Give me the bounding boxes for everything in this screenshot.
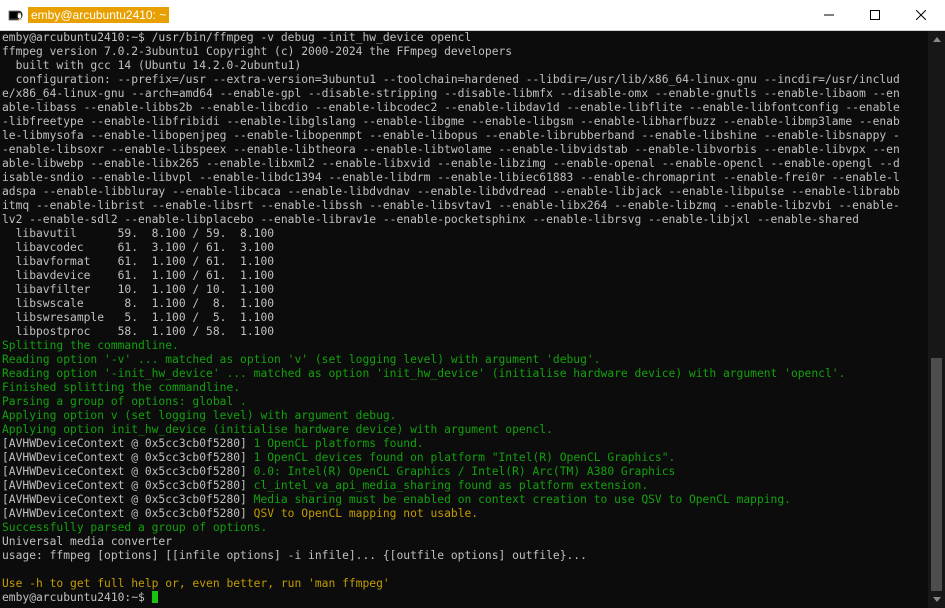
vertical-scrollbar[interactable] — [928, 31, 945, 608]
terminal-line: Splitting the commandline. — [2, 339, 179, 352]
hw-log-prefix: [AVHWDeviceContext @ 0x5cc3cb0f5280] — [2, 451, 254, 464]
terminal-line: Reading option '-init_hw_device' ... mat… — [2, 367, 846, 380]
terminal-line: built with gcc 14 (Ubuntu 14.2.0-2ubuntu… — [2, 59, 302, 72]
terminal-line: libavfilter 10. 1.100 / 10. 1.100 — [2, 283, 275, 296]
terminal-line: Use -h to get full help or, even better,… — [2, 577, 390, 590]
terminal-output[interactable]: emby@arcubuntu2410:~$ /usr/bin/ffmpeg -v… — [0, 31, 928, 608]
terminal-line: configuration: --prefix=/usr --extra-ver… — [2, 73, 900, 86]
terminal-line: Successfully parsed a group of options. — [2, 521, 268, 534]
scroll-thumb[interactable] — [931, 358, 942, 591]
terminal-line: libavcodec 61. 3.100 / 61. 3.100 — [2, 241, 275, 254]
maximize-button[interactable] — [852, 0, 898, 30]
close-icon — [916, 10, 926, 20]
terminal-line: Applying option init_hw_device (initiali… — [2, 423, 553, 436]
hw-log-line: [AVHWDeviceContext @ 0x5cc3cb0f5280] 1 O… — [2, 451, 675, 465]
terminal-line: usage: ffmpeg [options] [[infile options… — [2, 549, 587, 562]
minimize-button[interactable] — [806, 0, 852, 30]
hw-log-line: [AVHWDeviceContext @ 0x5cc3cb0f5280] cl_… — [2, 479, 648, 493]
hw-log-line: [AVHWDeviceContext @ 0x5cc3cb0f5280] 1 O… — [2, 437, 424, 451]
prompt-line[interactable]: emby@arcubuntu2410:~$ — [2, 591, 158, 605]
hw-log-line: [AVHWDeviceContext @ 0x5cc3cb0f5280] QSV… — [2, 507, 478, 521]
hw-log-message: QSV to OpenCL mapping not usable. — [253, 507, 479, 520]
hw-log-prefix: [AVHWDeviceContext @ 0x5cc3cb0f5280] — [2, 507, 254, 520]
terminal-line: isable-sndio --enable-libvpl --enable-li… — [2, 171, 900, 184]
terminal-line: Applying option v (set logging level) wi… — [2, 409, 397, 422]
terminal-line: -enable-libsoxr --enable-libspeex --enab… — [2, 143, 900, 156]
terminal-line: able-libass --enable-libbs2b --enable-li… — [2, 101, 900, 114]
hw-log-message: 1 OpenCL devices found on platform "Inte… — [253, 451, 676, 464]
terminal-line: ffmpeg version 7.0.2-3ubuntu1 Copyright … — [2, 45, 513, 58]
hw-log-message: 0.0: Intel(R) OpenCL Graphics / Intel(R)… — [253, 465, 676, 478]
terminal-penguin-icon — [8, 10, 23, 21]
hw-log-prefix: [AVHWDeviceContext @ 0x5cc3cb0f5280] — [2, 465, 254, 478]
terminal-line: -libfreetype --enable-libfribidi --enabl… — [2, 115, 900, 128]
terminal-line: Parsing a group of options: global . — [2, 395, 247, 408]
chevron-down-icon — [932, 597, 941, 602]
close-button[interactable] — [898, 0, 944, 30]
terminal-line: Reading option '-v' ... matched as optio… — [2, 353, 601, 366]
shell-prompt: emby@arcubuntu2410:~$ — [2, 591, 152, 604]
hw-log-message: 1 OpenCL platforms found. — [253, 437, 424, 450]
terminal-line: Universal media converter — [2, 535, 173, 548]
terminal-line: libswscale 8. 1.100 / 8. 1.100 — [2, 297, 275, 310]
text-cursor — [151, 591, 158, 603]
terminal-line: e/x86_64-linux-gnu --arch=amd64 --enable… — [2, 87, 900, 100]
chevron-up-icon — [932, 37, 941, 42]
scroll-down-button[interactable] — [928, 591, 945, 608]
terminal-line: libavformat 61. 1.100 / 61. 1.100 — [2, 255, 275, 268]
terminal-window: emby@arcubuntu2410: ~ emby@arcubuntu2410… — [0, 0, 945, 608]
hw-log-message: Media sharing must be enabled on context… — [253, 493, 791, 506]
hw-log-prefix: [AVHWDeviceContext @ 0x5cc3cb0f5280] — [2, 493, 254, 506]
hw-log-prefix: [AVHWDeviceContext @ 0x5cc3cb0f5280] — [2, 437, 254, 450]
hw-log-line: [AVHWDeviceContext @ 0x5cc3cb0f5280] Med… — [2, 493, 791, 507]
terminal-line: Finished splitting the commandline. — [2, 381, 241, 394]
scroll-up-button[interactable] — [928, 31, 945, 48]
terminal-line: able-libwebp --enable-libx265 --enable-l… — [2, 157, 900, 170]
terminal-line: libpostproc 58. 1.100 / 58. 1.100 — [2, 325, 275, 338]
maximize-icon — [870, 10, 880, 20]
minimize-icon — [824, 14, 834, 16]
window-title: emby@arcubuntu2410: ~ — [28, 7, 170, 23]
terminal-line: adspa --enable-libbluray --enable-libcac… — [2, 185, 900, 198]
hw-log-prefix: [AVHWDeviceContext @ 0x5cc3cb0f5280] — [2, 479, 254, 492]
title-bar[interactable]: emby@arcubuntu2410: ~ — [0, 0, 945, 31]
terminal-line: lv2 --enable-sdl2 --enable-libplacebo --… — [2, 213, 859, 226]
terminal-line: le-libmysofa --enable-libopenjpeg --enab… — [2, 129, 900, 142]
terminal-line: libswresample 5. 1.100 / 5. 1.100 — [2, 311, 275, 324]
terminal-line: itmq --enable-librist --enable-libsrt --… — [2, 199, 900, 212]
hw-log-line: [AVHWDeviceContext @ 0x5cc3cb0f5280] 0.0… — [2, 465, 675, 479]
terminal-line: libavdevice 61. 1.100 / 61. 1.100 — [2, 269, 275, 282]
terminal-line: libavutil 59. 8.100 / 59. 8.100 — [2, 227, 275, 240]
terminal-line: emby@arcubuntu2410:~$ /usr/bin/ffmpeg -v… — [2, 31, 472, 44]
hw-log-message: cl_intel_va_api_media_sharing found as p… — [253, 479, 649, 492]
